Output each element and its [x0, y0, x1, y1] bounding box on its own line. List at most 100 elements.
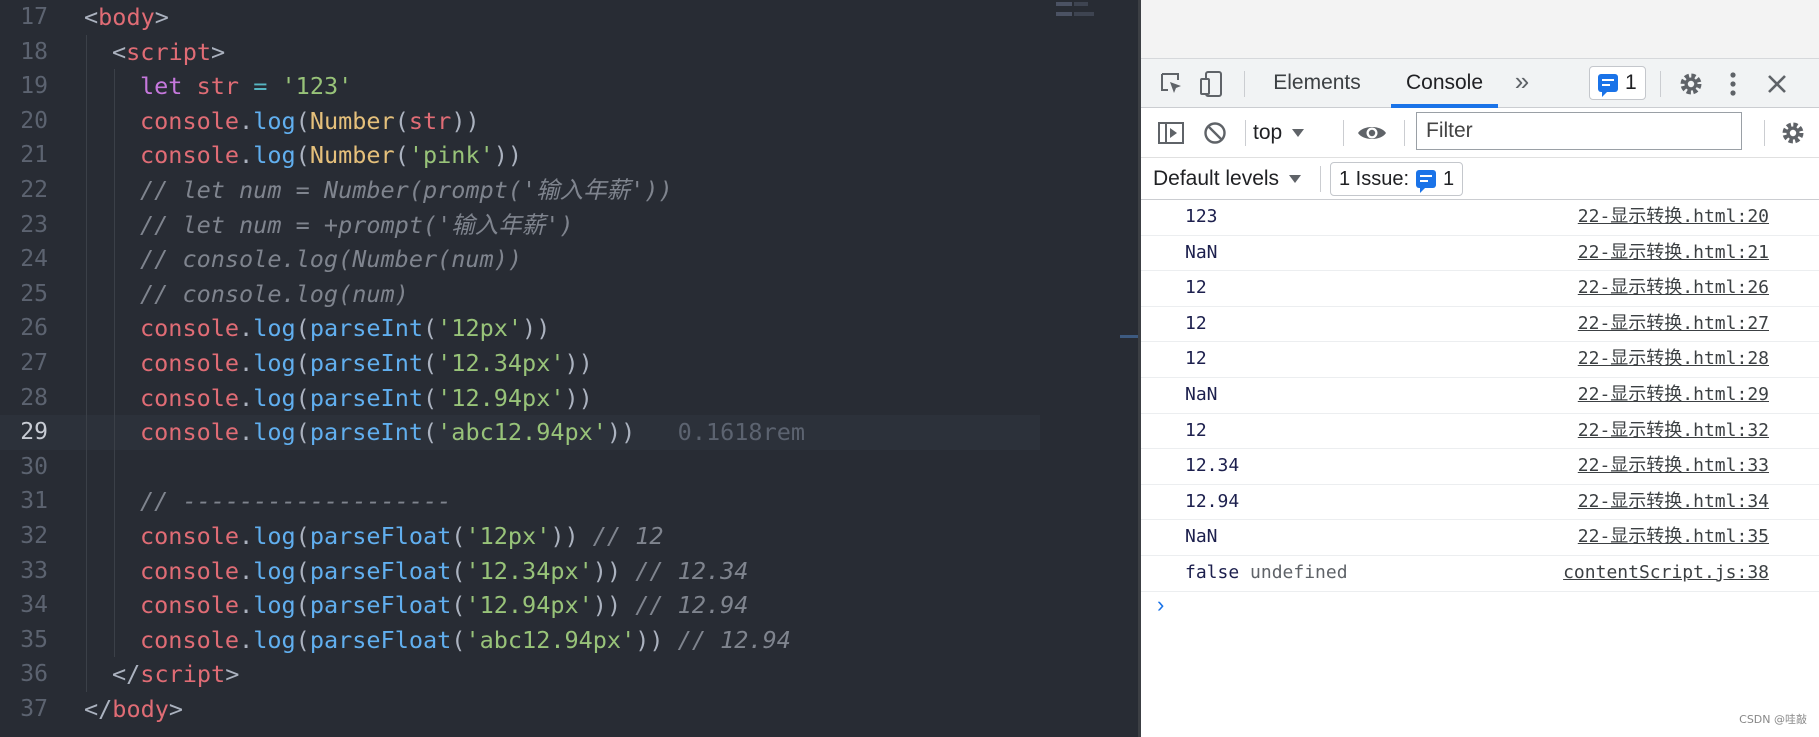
console-message-row[interactable]: 12 22-显示转换.html:27 — [1141, 307, 1819, 343]
console-value-secondary: undefined — [1250, 561, 1348, 583]
gear-icon[interactable] — [1675, 68, 1707, 100]
code-token: ( — [295, 591, 310, 620]
source-link[interactable]: contentScript.js:38 — [1563, 556, 1769, 590]
console-settings-gear-icon[interactable] — [1777, 117, 1809, 149]
more-tabs-button[interactable]: » — [1507, 59, 1537, 103]
code-line[interactable]: 35 console.log(parseFloat('abc12.94px')) … — [0, 622, 1040, 658]
code-line[interactable]: 33 console.log(parseFloat('12.34px')) // … — [0, 553, 1040, 589]
code-line[interactable]: 20 console.log(Number(str)) — [0, 103, 1040, 139]
code-token: ( — [295, 418, 310, 447]
code-token: console — [140, 625, 240, 654]
code-line[interactable]: 25 // console.log(num) — [0, 276, 1040, 312]
code-line[interactable]: 29 console.log(parseInt('abc12.94px')) 0.… — [0, 415, 1040, 450]
context-selector[interactable]: top — [1253, 114, 1305, 152]
code-line[interactable]: 24 // console.log(Number(num)) — [0, 242, 1040, 277]
code-token: // ------------------- — [140, 487, 452, 516]
scrollbar-marker[interactable] — [1120, 335, 1138, 338]
code-token: . — [239, 418, 254, 447]
issues-message-icon — [1416, 170, 1437, 193]
console-value: 123 — [1185, 206, 1218, 227]
code-token: log — [253, 141, 296, 170]
console-message-row[interactable]: 12 22-显示转换.html:26 — [1141, 271, 1819, 307]
inspect-icon[interactable] — [1157, 69, 1187, 99]
console-output[interactable]: 123 22-显示转换.html:20 NaN 22-显示转换.html:21 12 22… — [1141, 200, 1819, 592]
kebab-menu-icon[interactable] — [1723, 68, 1743, 100]
code-lines[interactable]: 17 <body> 18 <script> 19 let str = '123' 20 con… — [0, 0, 1040, 726]
code-token: )) — [522, 314, 551, 343]
code-line[interactable]: 31 // ------------------- — [0, 484, 1040, 519]
code-editor[interactable]: 17 <body> 18 <script> 19 let str = '123' 20 con… — [0, 0, 1138, 737]
indent-guide — [114, 588, 115, 623]
code-token: console — [140, 521, 240, 550]
separator — [1244, 71, 1245, 97]
source-link[interactable]: 22-显示转换.html:34 — [1578, 485, 1769, 519]
line-number: 32 — [20, 522, 48, 549]
console-message-row[interactable]: 12.94 22-显示转换.html:34 — [1141, 485, 1819, 521]
console-message-row[interactable]: 12 22-显示转换.html:32 — [1141, 414, 1819, 450]
source-link[interactable]: 22-显示转换.html:29 — [1578, 378, 1769, 412]
code-line[interactable]: 37 </body> — [0, 692, 1040, 727]
code-token: )) — [451, 106, 480, 135]
line-number: 36 — [20, 661, 48, 688]
code-token: log — [253, 348, 296, 377]
code-token: < — [84, 3, 99, 31]
code-token: ( — [295, 141, 310, 170]
log-levels-dropdown[interactable]: Default levels — [1153, 160, 1302, 198]
sidebar-toggle-icon[interactable] — [1155, 117, 1187, 149]
tab-elements[interactable]: Elements — [1259, 59, 1375, 107]
source-link[interactable]: 22-显示转换.html:28 — [1578, 342, 1769, 376]
source-link[interactable]: 22-显示转换.html:20 — [1578, 200, 1769, 234]
code-text: console.log(parseFloat('12.34px')) // 12… — [140, 554, 748, 589]
device-toggle-icon[interactable] — [1197, 69, 1227, 99]
code-line[interactable]: 18 <script> — [0, 34, 1040, 70]
code-line[interactable]: 22 // let num = Number(prompt('输入年薪')) — [0, 172, 1040, 208]
line-number: 30 — [20, 453, 48, 480]
source-link[interactable]: 22-显示转换.html:35 — [1578, 520, 1769, 554]
console-message-row[interactable]: 123 22-显示转换.html:20 — [1141, 200, 1819, 236]
code-line[interactable]: 28 console.log(parseInt('12.94px')) — [0, 380, 1040, 416]
issues-counter-button[interactable]: 1 — [1589, 66, 1646, 100]
console-message-row[interactable]: NaN 22-显示转换.html:35 — [1141, 520, 1819, 556]
source-link[interactable]: 22-显示转换.html:21 — [1578, 236, 1769, 270]
code-token: parseFloat — [309, 556, 452, 585]
console-message-row[interactable]: 12 22-显示转换.html:28 — [1141, 342, 1819, 378]
code-token: log — [253, 556, 296, 585]
code-token: ( — [295, 348, 310, 377]
eye-icon[interactable] — [1353, 117, 1391, 149]
code-token: log — [253, 383, 296, 412]
code-line[interactable]: 21 console.log(Number('pink')) — [0, 138, 1040, 173]
source-link[interactable]: 22-显示转换.html:32 — [1578, 414, 1769, 448]
code-line[interactable]: 26 console.log(parseInt('12px')) — [0, 311, 1040, 346]
code-line[interactable]: 36 </script> — [0, 657, 1040, 692]
code-line[interactable]: 17 <body> — [0, 0, 1040, 35]
console-message-row[interactable]: NaN 22-显示转换.html:29 — [1141, 378, 1819, 414]
code-line[interactable]: 23 // let num = +prompt('输入年薪') — [0, 207, 1040, 243]
filter-input[interactable] — [1416, 112, 1742, 150]
devtools-tabbar: Elements Console » 1 — [1141, 58, 1819, 108]
console-prompt[interactable]: › — [1141, 590, 1819, 620]
source-link[interactable]: 22-显示转换.html:27 — [1578, 307, 1769, 341]
issues-link-button[interactable]: 1 Issue: 1 — [1330, 162, 1464, 196]
line-number: 26 — [20, 315, 48, 342]
indent-guide — [114, 69, 115, 104]
code-token: '12.34px' — [465, 556, 593, 585]
console-message-row[interactable]: NaN 22-显示转换.html:21 — [1141, 236, 1819, 272]
clear-console-icon[interactable] — [1199, 117, 1231, 149]
code-line[interactable]: 32 console.log(parseFloat('12px')) // 12 — [0, 518, 1040, 554]
code-line[interactable]: 27 console.log(parseInt('12.34px')) — [0, 345, 1040, 381]
dropdown-caret-icon — [1289, 175, 1302, 183]
source-link[interactable]: 22-显示转换.html:33 — [1578, 449, 1769, 483]
source-link[interactable]: 22-显示转换.html:26 — [1578, 271, 1769, 305]
code-token: ( — [423, 348, 438, 377]
console-message-row[interactable]: 12.34 22-显示转换.html:33 — [1141, 449, 1819, 485]
close-icon[interactable] — [1761, 68, 1793, 100]
inline-hint: 0.1618rem — [635, 418, 806, 447]
console-message-row[interactable]: false undefined contentScript.js:38 — [1141, 556, 1819, 592]
minimap[interactable] — [1048, 0, 1118, 24]
code-text: console.log(parseInt('12.94px')) — [140, 381, 593, 416]
indent-guide — [114, 207, 115, 243]
code-line[interactable]: 30 — [0, 449, 1040, 485]
tab-console[interactable]: Console — [1391, 59, 1498, 107]
code-line[interactable]: 34 console.log(parseFloat('12.94px')) // … — [0, 588, 1040, 623]
code-line[interactable]: 19 let str = '123' — [0, 69, 1040, 104]
